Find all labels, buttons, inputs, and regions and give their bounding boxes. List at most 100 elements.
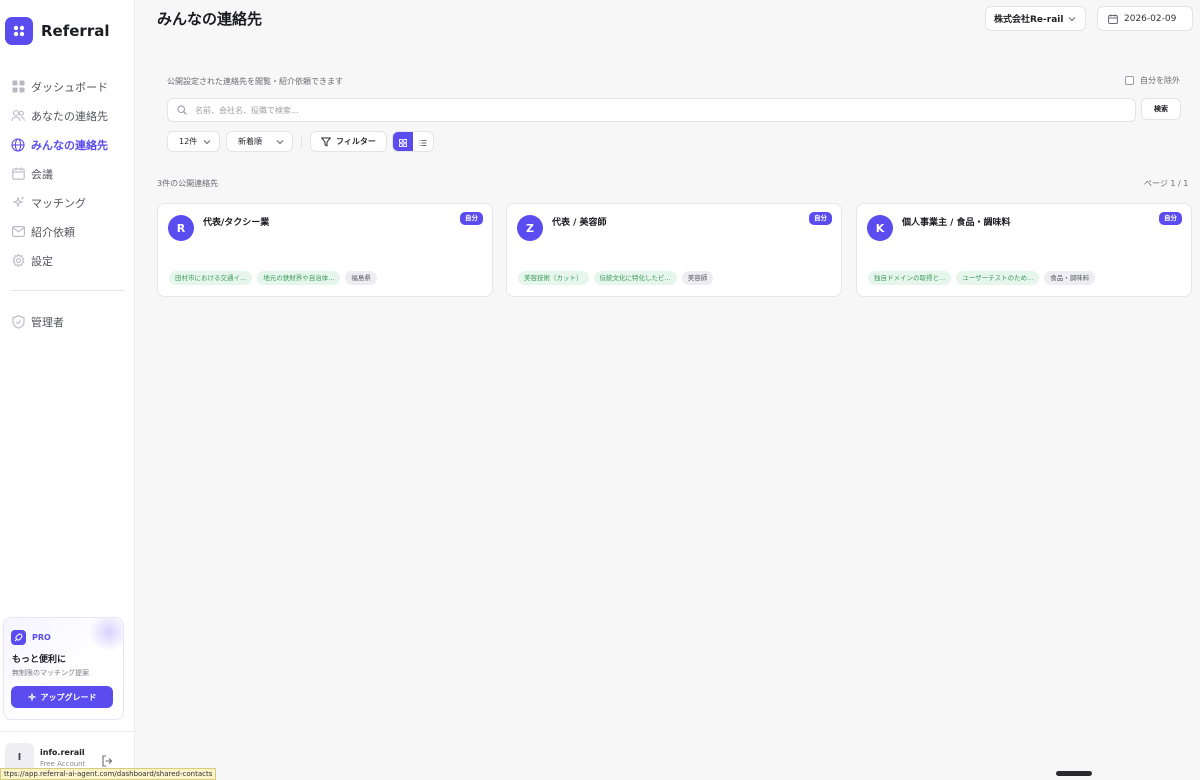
shield-icon [11, 314, 25, 329]
list-icon [419, 132, 427, 151]
contact-tag: 福島県 [345, 271, 377, 285]
controls-divider [301, 135, 302, 149]
search-icon [177, 105, 187, 115]
sidebar-item-label: ダッシュボード [31, 80, 108, 94]
company-select[interactable]: 株式会社Re-rail [985, 6, 1086, 31]
contact-tags: 独自ドメインの取得と... ユーザーテストのため... 食品・調味料 [868, 271, 1100, 285]
sparkle-icon [27, 692, 37, 702]
sidebar-item-admin[interactable]: 管理者 [0, 307, 135, 336]
brand-name: Referral [41, 22, 110, 40]
self-badge: 自分 [1159, 212, 1182, 225]
contact-tag: 美容技術（カット） [518, 271, 589, 285]
chevron-down-icon [1068, 15, 1076, 26]
contact-avatar: K [867, 215, 893, 241]
pro-badge: PRO [11, 630, 51, 645]
sidebar-item-label: みんなの連絡先 [31, 138, 108, 152]
user-plan: Free Account [40, 760, 86, 768]
pro-badge-label: PRO [32, 633, 51, 642]
sidebar-divider [10, 290, 125, 291]
contact-title: 個人事業主 / 食品・調味料 [902, 218, 1011, 228]
exclude-self-checkbox[interactable]: 自分を除外 [1125, 75, 1180, 86]
self-badge: 自分 [809, 212, 832, 225]
page-size-select[interactable]: 12件 [167, 131, 220, 152]
sidebar-item-matching[interactable]: マッチング [0, 188, 135, 217]
sidebar-item-label: あなたの連絡先 [31, 109, 108, 123]
pro-title: もっと便利に [12, 655, 67, 665]
sidebar-item-settings[interactable]: 設定 [0, 246, 135, 275]
globe-icon [11, 137, 25, 152]
date-value: 2026-02-09 [1124, 13, 1177, 24]
calendar-icon [11, 167, 25, 181]
gear-icon [11, 254, 25, 268]
contact-tag: 田村市における交通イ... [169, 271, 253, 285]
sidebar-item-dashboard[interactable]: ダッシュボード [0, 72, 135, 101]
contact-card[interactable]: R 代表/タクシー業 自分 田村市における交通イ... 地元の鉄財界や自治体..… [157, 203, 493, 297]
contact-tags: 美容技術（カット） 伝統文化に特化したビ... 美容師 [518, 271, 718, 285]
user-name: info.rerail [40, 748, 85, 757]
sidebar-item-label: 設定 [31, 254, 53, 268]
filter-button[interactable]: フィルター [310, 131, 387, 152]
contact-tag: 伝統文化に特化したビ... [593, 271, 677, 285]
home-indicator [1056, 771, 1092, 776]
view-toggle [392, 131, 434, 152]
sidebar-item-label: 管理者 [31, 315, 64, 329]
contact-avatar: Z [517, 215, 543, 241]
sparkle-icon [11, 196, 25, 210]
company-select-value: 株式会社Re-rail [994, 15, 1064, 25]
contact-tag: 食品・調味料 [1044, 271, 1096, 285]
filter-label: フィルター [336, 137, 376, 146]
grid-icon [399, 132, 407, 151]
sidebar-item-label: 紹介依頼 [31, 225, 75, 239]
search-input[interactable] [195, 105, 1095, 115]
sidebar-item-referral-requests[interactable]: 紹介依頼 [0, 217, 135, 246]
grid-view-button[interactable] [393, 132, 413, 151]
exclude-self-label: 自分を除外 [1140, 76, 1180, 85]
brand-logo-icon [5, 17, 33, 45]
mail-icon [11, 225, 25, 239]
sidebar-item-meetings[interactable]: 会議 [0, 159, 135, 188]
contact-card[interactable]: K 個人事業主 / 食品・調味料 自分 独自ドメインの取得と... ユーザーテス… [856, 203, 1192, 297]
sidebar-nav: ダッシュボード あなたの連絡先 みんなの連絡先 会議 マッチング 紹介依頼 設定… [0, 72, 135, 336]
checkbox-box[interactable] [1125, 76, 1134, 85]
sidebar-item-my-contacts[interactable]: あなたの連絡先 [0, 101, 135, 130]
calendar-icon [1108, 13, 1118, 24]
result-count: 3件の公開連絡先 [157, 179, 219, 188]
search-button[interactable]: 検索 [1141, 98, 1181, 120]
page-title: みんなの連絡先 [157, 10, 263, 28]
pro-card-glow [89, 618, 123, 652]
users-icon [11, 109, 25, 123]
sidebar-item-label: 会議 [31, 167, 53, 181]
sidebar-item-shared-contacts[interactable]: みんなの連絡先 [0, 130, 135, 159]
sort-select[interactable]: 新着順 [226, 131, 293, 152]
contact-tag: 地元の鉄財界や自治体... [257, 271, 341, 285]
search-bar [167, 98, 1136, 122]
sort-value: 新着順 [238, 137, 262, 146]
intro-text: 公開設定された連絡先を閲覧・紹介依頼できます [167, 77, 343, 86]
pro-upgrade-card: PRO もっと便利に 無制限のマッチング提案 アップグレード [3, 617, 124, 720]
contact-tag: ユーザーテストのため... [956, 271, 1040, 285]
pagination-label: ページ 1 / 1 [1144, 179, 1189, 188]
sidebar: Referral ダッシュボード あなたの連絡先 みんなの連絡先 会議 マッチン… [0, 0, 135, 780]
grid-icon [11, 80, 25, 94]
self-badge: 自分 [460, 212, 483, 225]
contact-tags: 田村市における交通イ... 地元の鉄財界や自治体... 福島県 [169, 271, 382, 285]
upgrade-button-label: アップグレード [40, 692, 97, 702]
list-view-button[interactable] [413, 132, 433, 151]
sidebar-item-label: マッチング [31, 196, 86, 210]
contact-title: 代表/タクシー業 [203, 218, 270, 228]
contact-avatar: R [168, 215, 194, 241]
contact-tag: 美容師 [681, 271, 714, 285]
chevron-down-icon [276, 138, 284, 148]
brand[interactable]: Referral [5, 17, 109, 45]
chevron-down-icon [203, 138, 211, 148]
page-size-value: 12件 [179, 137, 198, 146]
contact-card[interactable]: Z 代表 / 美容師 自分 美容技術（カット） 伝統文化に特化したビ... 美容… [506, 203, 842, 297]
date-picker[interactable]: 2026-02-09 [1097, 6, 1193, 31]
pro-subtitle: 無制限のマッチング提案 [12, 669, 89, 677]
contact-title: 代表 / 美容師 [552, 218, 607, 228]
rocket-icon [11, 630, 26, 645]
filter-icon [321, 137, 331, 147]
logout-icon[interactable] [101, 752, 113, 767]
upgrade-button[interactable]: アップグレード [11, 686, 113, 708]
contact-tag: 独自ドメインの取得と... [868, 271, 952, 285]
